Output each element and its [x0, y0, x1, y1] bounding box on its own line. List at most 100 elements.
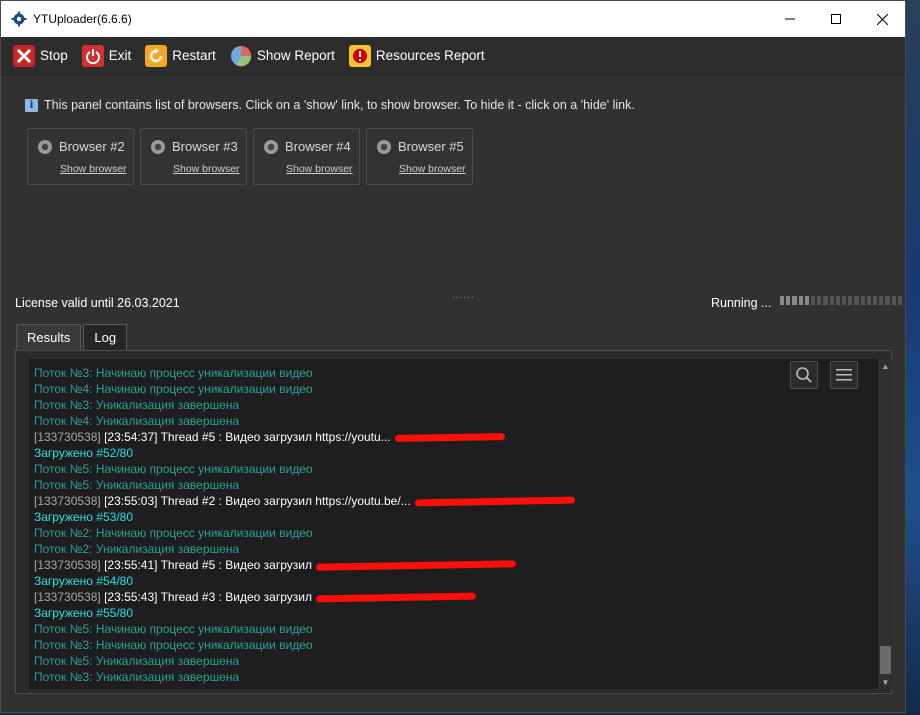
- progress-segment: [891, 296, 896, 305]
- progress-segment: [792, 296, 797, 305]
- scroll-thumb[interactable]: [880, 646, 891, 674]
- tab-bar: Results Log: [16, 324, 129, 350]
- log-search-button[interactable]: [790, 361, 818, 389]
- chrome-icon: [151, 140, 165, 154]
- progress-segment: [835, 296, 841, 305]
- app-window: YTUploader(6.6.6) Stop Exit Restart Show…: [0, 0, 906, 713]
- log-text: Поток №5: Начинаю процесс уникализации в…: [34, 622, 313, 636]
- browser-card: Browser #4 Show browser: [253, 128, 360, 185]
- log-line: Поток №3: Начинаю процесс уникализации в…: [34, 365, 878, 381]
- panel-info-text: This panel contains list of browsers. Cl…: [44, 98, 635, 112]
- log-line: Загружено #55/80: [34, 605, 878, 621]
- warning-report-icon: [348, 44, 371, 67]
- redaction-mark: [414, 496, 575, 507]
- log-text: Загружено #52/80: [34, 446, 134, 460]
- progress-segment: [860, 296, 865, 305]
- log-text: Загружено #55/80: [34, 606, 134, 620]
- scroll-up-icon[interactable]: ▲: [878, 359, 893, 373]
- log-text: Поток №4: Уникализация завершена: [34, 414, 240, 428]
- browsers-panel: i This panel contains list of browsers. …: [1, 76, 905, 301]
- progress-segment: [811, 296, 816, 305]
- log-line: Загружено #53/80: [34, 509, 878, 525]
- log-text: Загружено #53/80: [34, 510, 134, 524]
- log-line: Поток №5: Уникализация завершена: [34, 477, 878, 493]
- show-browser-link[interactable]: Show browser: [286, 163, 353, 175]
- show-browser-link[interactable]: Show browser: [399, 163, 466, 175]
- redaction-mark: [394, 433, 505, 443]
- panel-splitter[interactable]: ......: [452, 290, 475, 301]
- show-report-label: Show Report: [256, 48, 335, 63]
- log-text: [23:55:43] Thread #3 : Видео загрузил: [104, 590, 312, 604]
- progress-segment: [780, 296, 785, 305]
- minimize-button[interactable]: [767, 1, 813, 37]
- log-text: Поток №2: Уникализация завершена: [34, 542, 240, 556]
- log-text: Поток №3: Уникализация завершена: [34, 670, 240, 684]
- progress-segment: [885, 296, 890, 305]
- progress-segment: [823, 296, 828, 305]
- resources-report-button[interactable]: Resources Report: [348, 44, 485, 67]
- power-icon: [81, 44, 104, 67]
- progress-segment: [817, 296, 822, 305]
- gear-icon: [11, 11, 27, 27]
- resources-report-label: Resources Report: [375, 48, 485, 63]
- log-id: [133730538]: [34, 558, 101, 572]
- log-line: [133730538] [23:54:37] Thread #5 : Видео…: [34, 429, 878, 445]
- log-scrollbar[interactable]: ▲ ▼: [878, 359, 893, 689]
- log-line: Поток №5: Уникализация завершена: [34, 653, 878, 669]
- browser-name: Browser #2: [59, 139, 125, 154]
- browser-card: Browser #3 Show browser: [140, 128, 247, 185]
- log-text: Поток №4: Начинаю процесс уникализации в…: [34, 382, 313, 396]
- stop-x-icon: [13, 44, 35, 67]
- progress-segment: [866, 296, 872, 305]
- log-text: [23:55:03] Thread #2 : Видео загрузил ht…: [104, 494, 411, 508]
- browser-name: Browser #5: [398, 139, 464, 154]
- log-view[interactable]: Поток №3: Начинаю процесс уникализации в…: [29, 359, 878, 689]
- search-icon: [796, 367, 812, 383]
- restart-label: Restart: [172, 48, 216, 63]
- progress-segment: [854, 296, 859, 305]
- progress-segment: [786, 296, 791, 305]
- show-browser-link[interactable]: Show browser: [60, 163, 127, 175]
- log-text: Поток №3: Начинаю процесс уникализации в…: [34, 366, 313, 380]
- log-line: Загружено #54/80: [34, 573, 878, 589]
- log-line: Поток №5: Начинаю процесс уникализации в…: [34, 621, 878, 637]
- tab-log[interactable]: Log: [83, 324, 128, 350]
- log-line: [133730538] [23:55:41] Thread #5 : Видео…: [34, 557, 878, 573]
- show-browser-link[interactable]: Show browser: [173, 163, 240, 175]
- tab-results[interactable]: Results: [16, 324, 82, 350]
- log-text: Поток №5: Уникализация завершена: [34, 478, 240, 492]
- log-id: [133730538]: [34, 430, 101, 444]
- stop-label: Stop: [40, 48, 68, 63]
- stop-button[interactable]: Stop: [13, 44, 68, 67]
- pie-chart-icon: [230, 45, 252, 67]
- show-report-button[interactable]: Show Report: [230, 45, 335, 67]
- running-status: Running ...: [711, 296, 772, 310]
- log-id: [133730538]: [34, 494, 101, 508]
- chrome-icon: [264, 140, 278, 154]
- toolbar: Stop Exit Restart Show Report Resources …: [1, 37, 905, 75]
- log-text: Поток №2: Начинаю процесс уникализации в…: [34, 526, 313, 540]
- progress-segment: [848, 296, 853, 305]
- log-line: [133730538] [23:55:03] Thread #2 : Видео…: [34, 493, 878, 509]
- chrome-icon: [377, 140, 391, 154]
- browser-card: Browser #2 Show browser: [27, 128, 134, 185]
- panel-info: i This panel contains list of browsers. …: [25, 98, 635, 112]
- menu-icon: [836, 369, 852, 381]
- window-title: YTUploader(6.6.6): [33, 12, 132, 26]
- log-line: Загружено #52/80: [34, 445, 878, 461]
- close-button[interactable]: [859, 1, 905, 37]
- log-text: Поток №5: Начинаю процесс уникализации в…: [34, 462, 313, 476]
- maximize-button[interactable]: [813, 1, 859, 37]
- log-text: Поток №3: Начинаю процесс уникализации в…: [34, 638, 313, 652]
- log-menu-button[interactable]: [830, 361, 858, 389]
- redaction-mark: [315, 592, 477, 603]
- redaction-mark: [315, 560, 517, 572]
- exit-label: Exit: [108, 48, 132, 63]
- restart-button[interactable]: Restart: [145, 44, 216, 67]
- log-text: Загружено #54/80: [34, 574, 134, 588]
- log-id: [133730538]: [34, 590, 101, 604]
- exit-button[interactable]: Exit: [81, 44, 132, 67]
- scroll-down-icon[interactable]: ▼: [878, 675, 893, 689]
- log-line: [133730538] [23:55:43] Thread #3 : Видео…: [34, 589, 878, 605]
- log-line: Поток №4: Начинаю процесс уникализации в…: [34, 381, 878, 397]
